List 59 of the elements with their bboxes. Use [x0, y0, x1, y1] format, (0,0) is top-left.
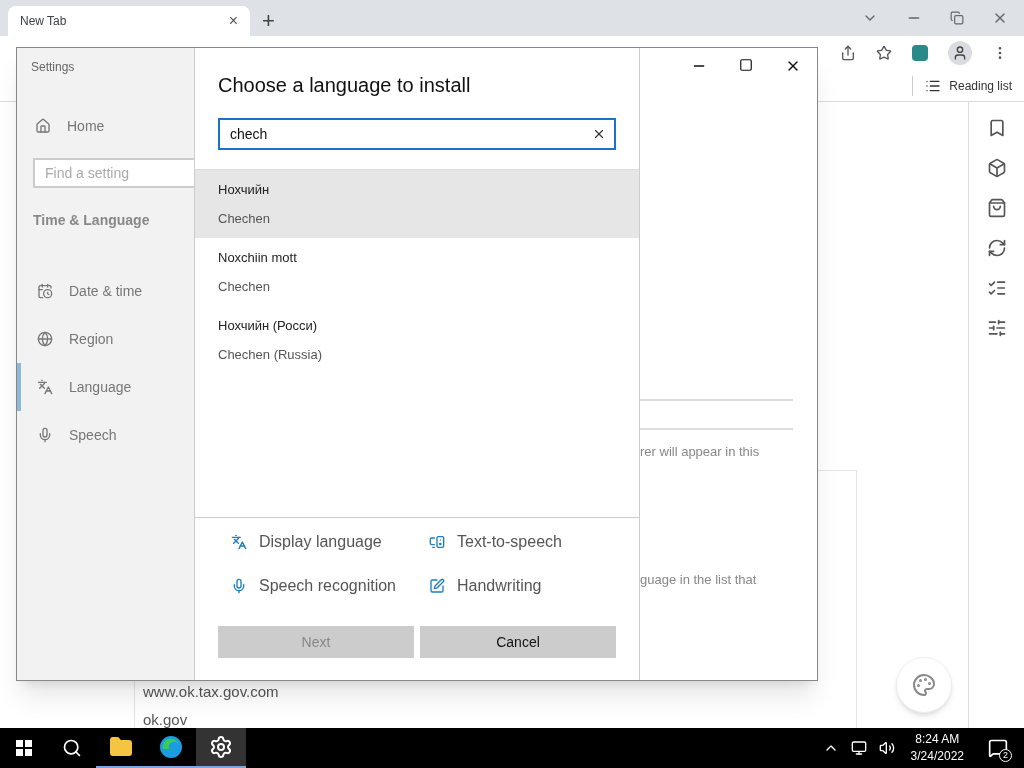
search-icon — [62, 738, 82, 758]
microphone-icon — [37, 427, 53, 443]
close-tab-button[interactable]: × — [228, 9, 238, 33]
clock-time[interactable]: 8:24 AM — [915, 731, 960, 748]
checklist-icon[interactable] — [986, 278, 1007, 298]
speech-icon — [429, 534, 445, 550]
pen-icon — [429, 578, 445, 594]
dialog-title: Choose a language to install — [217, 73, 472, 98]
body-text: rer will appear in this — [640, 443, 761, 461]
refresh-icon[interactable] — [986, 238, 1007, 258]
network-icon[interactable] — [850, 740, 867, 756]
nav-item[interactable]: Speech — [17, 411, 194, 459]
box-icon[interactable] — [986, 158, 1007, 178]
feature-label: Display language — [259, 532, 382, 552]
language-icon — [37, 379, 53, 395]
browser-tab[interactable]: New Tab × — [8, 6, 250, 36]
restore-icon[interactable] — [950, 11, 964, 25]
new-tab-button[interactable]: + — [262, 10, 275, 32]
site-link[interactable]: www.ok.tax.gov.com — [143, 683, 856, 701]
nav-item[interactable]: Date & time — [17, 267, 194, 315]
taskbar-app[interactable] — [196, 728, 246, 768]
section-heading: Time & Language — [32, 211, 151, 230]
nav-item[interactable]: Region — [17, 315, 194, 363]
bag-icon[interactable] — [986, 198, 1007, 218]
feature-label: Speech recognition — [259, 576, 396, 596]
profile-icon[interactable] — [948, 41, 972, 65]
body-text: guage in the list that — [640, 570, 758, 589]
language-result[interactable]: Нохчийн Chechen — [195, 170, 639, 238]
language-result[interactable]: Нохчийн (Росси) Chechen (Russia) — [195, 306, 639, 374]
clock-date[interactable]: 3/24/2022 — [910, 748, 964, 765]
dialog-button[interactable]: Cancel — [420, 626, 616, 658]
windows-logo-icon — [16, 740, 32, 756]
site-link[interactable]: ok.gov — [143, 711, 856, 729]
share-icon[interactable] — [840, 45, 856, 61]
feature-label: Text-to-speech — [457, 532, 562, 552]
home-nav-item[interactable]: Home — [17, 114, 194, 138]
settings-icon — [209, 735, 233, 759]
maximize-icon[interactable] — [739, 58, 753, 72]
home-icon — [35, 118, 51, 134]
palette-button[interactable] — [896, 657, 952, 713]
reading-list-button[interactable]: Reading list — [925, 76, 1012, 95]
language-search-field[interactable]: chech — [218, 118, 616, 150]
globe-icon — [37, 331, 53, 347]
sliders-icon[interactable] — [986, 318, 1007, 338]
star-icon[interactable] — [876, 45, 892, 61]
feature-label: Handwriting — [457, 576, 542, 596]
clear-icon[interactable] — [592, 127, 606, 141]
extension-icon[interactable] — [912, 45, 928, 61]
notifications-button[interactable]: 2 — [980, 728, 1016, 768]
browser-icon — [159, 735, 183, 759]
search-field[interactable]: Find a setting — [33, 158, 194, 188]
calendar-icon — [37, 283, 53, 299]
language-icon — [231, 534, 247, 550]
window-title: Settings — [30, 59, 76, 76]
folder-icon — [109, 735, 133, 759]
volume-icon[interactable] — [878, 740, 895, 756]
palette-icon — [912, 673, 936, 697]
microphone-icon — [231, 578, 247, 594]
language-result[interactable]: Noxchiin mott Chechen — [195, 238, 639, 306]
